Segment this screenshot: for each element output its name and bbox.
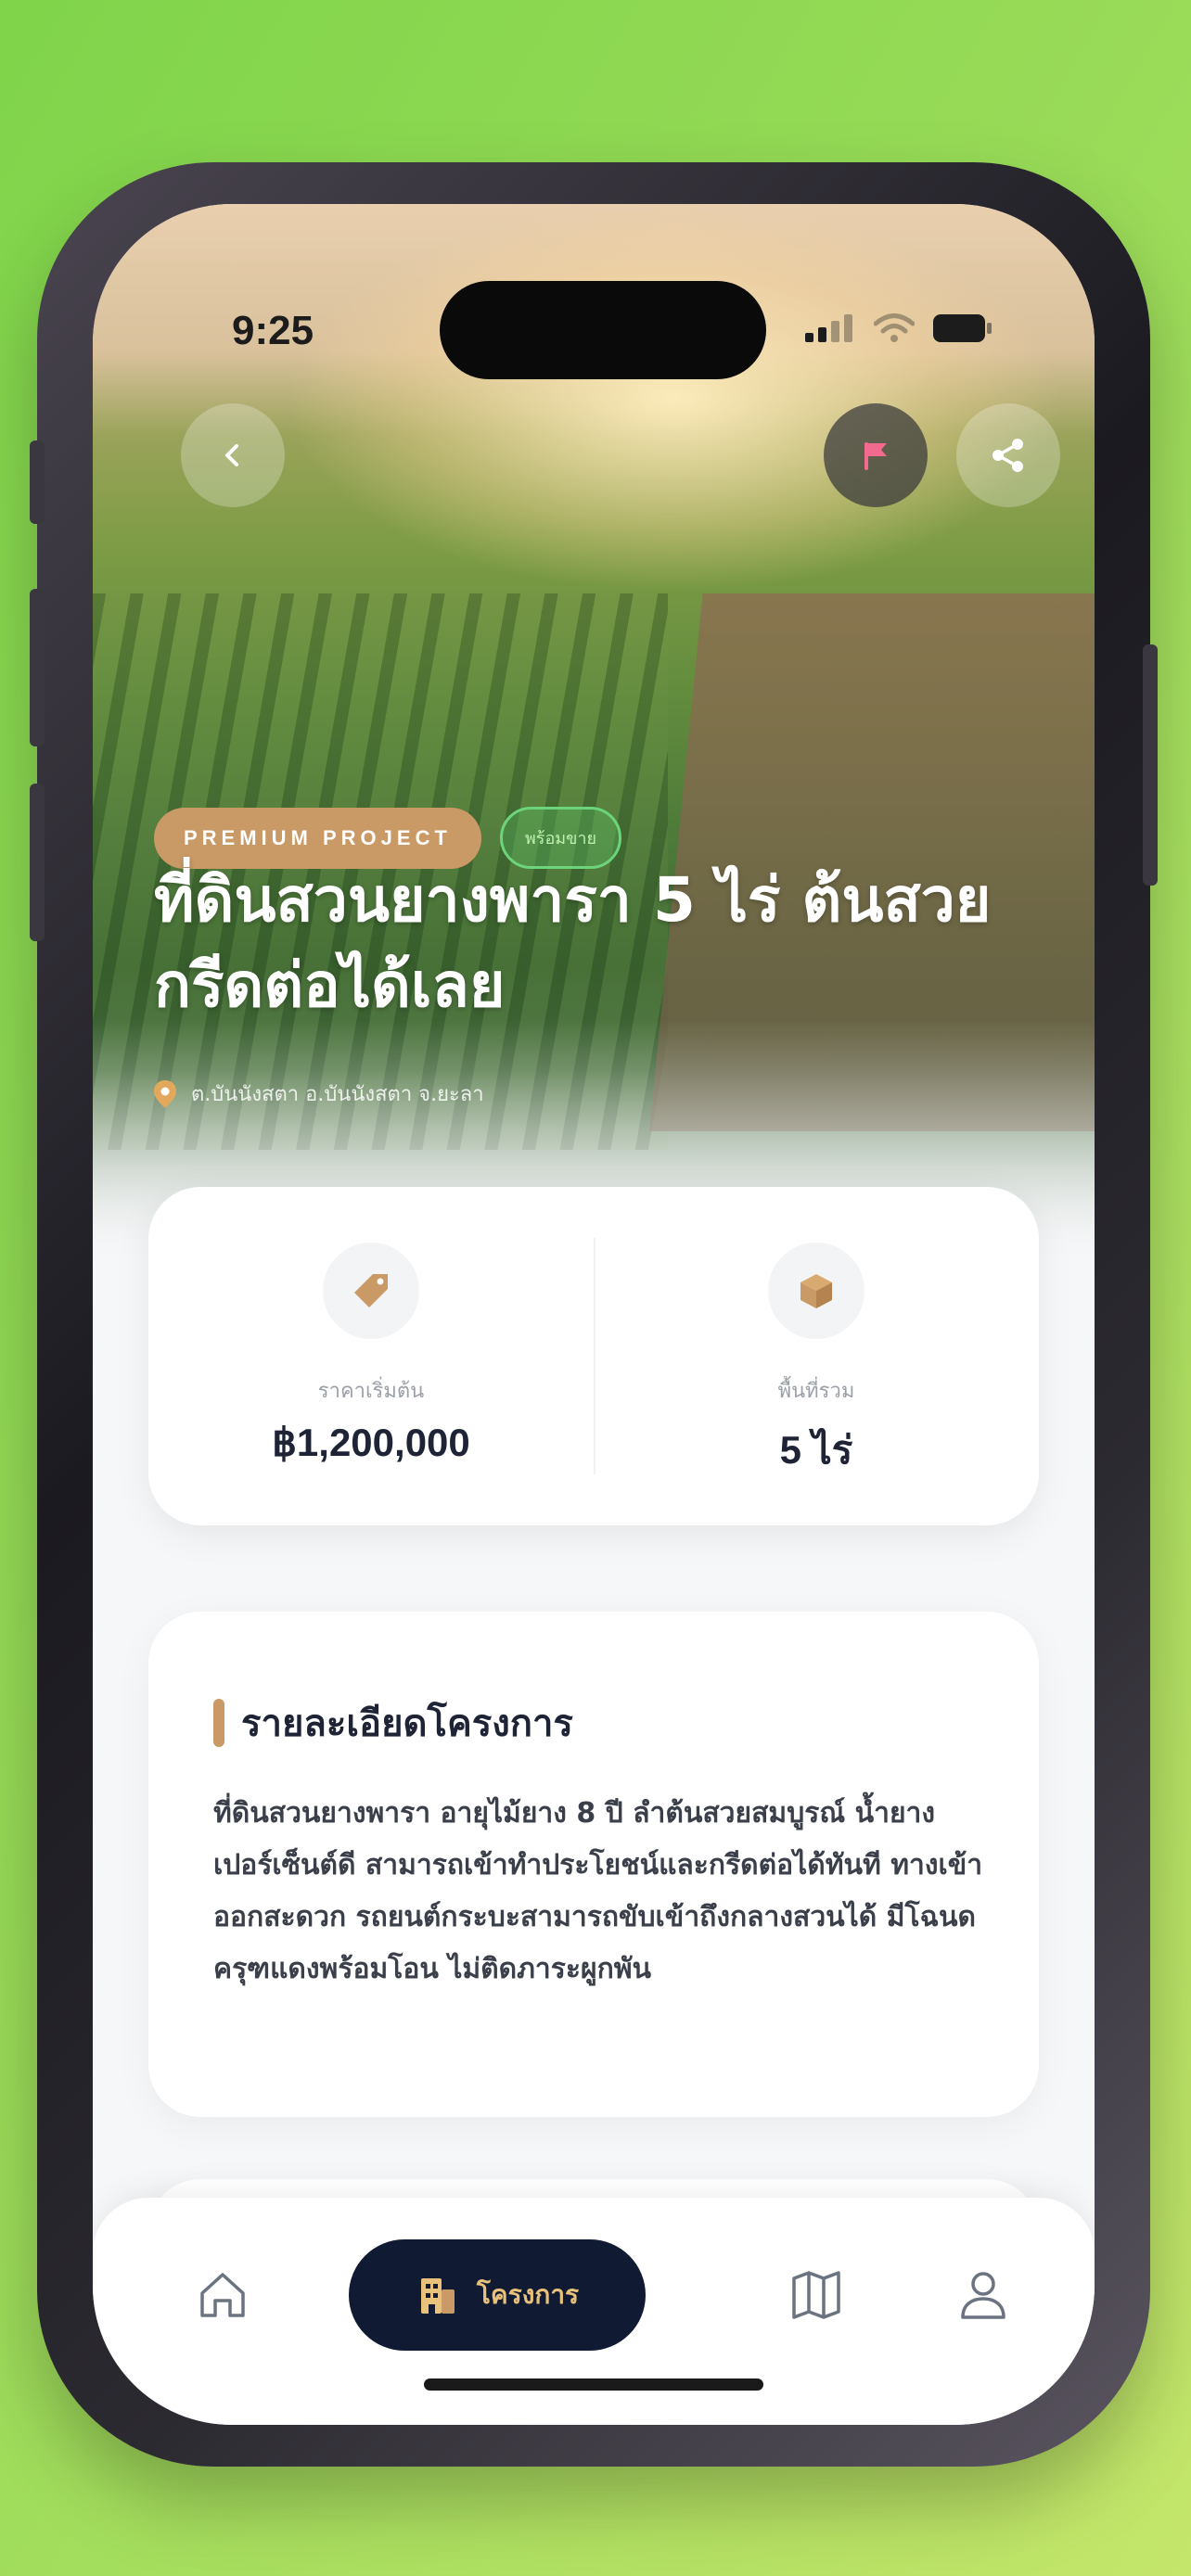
area-value: 5 ไร่ <box>779 1428 853 1472</box>
status-time: 9:25 <box>232 308 314 353</box>
project-location: ต.บันนังสตา อ.บันนังสตา จ.ยะลา <box>154 1078 484 1110</box>
signal-icon <box>805 314 852 342</box>
price-value: ฿1,200,000 <box>272 1421 470 1464</box>
status-icons <box>805 313 992 343</box>
tab-home[interactable] <box>167 2239 278 2351</box>
project-details-card: รายละเอียดโครงการ ที่ดินสวนยางพารา อายุไ… <box>148 1612 1039 2117</box>
details-heading-text: รายละเอียดโครงการ <box>241 1702 573 1745</box>
share-icon <box>992 439 1023 472</box>
back-button[interactable] <box>181 403 285 507</box>
stats-card: ราคาเริ่มต้น ฿1,200,000 พื้นที่รวม 5 ไร่ <box>148 1187 1039 1525</box>
home-icon <box>200 2273 245 2317</box>
price-stat: ราคาเริ่มต้น ฿1,200,000 <box>148 1187 594 1525</box>
building-icon <box>420 2278 455 2314</box>
share-button[interactable] <box>956 403 1060 507</box>
user-icon <box>961 2272 1005 2319</box>
flag-button[interactable] <box>824 403 928 507</box>
map-icon <box>792 2271 840 2319</box>
area-icon-circle <box>768 1243 864 1339</box>
project-title: ที่ดินสวนยางพารา 5 ไร่ ต้นสวย กรีดต่อได้… <box>154 864 992 1021</box>
location-text: ต.บันนังสตา อ.บันนังสตา จ.ยะลา <box>191 1083 484 1106</box>
heading-accent-bar <box>213 1699 224 1747</box>
details-body: ที่ดินสวนยางพารา อายุไม้ยาง 8 ปี ลำต้นสว… <box>213 1797 983 1985</box>
battery-icon <box>933 314 992 342</box>
price-icon-circle <box>323 1243 419 1339</box>
volume-down-button <box>30 784 45 941</box>
chevron-left-icon <box>225 444 238 466</box>
mute-switch <box>30 440 45 524</box>
box-icon <box>800 1274 832 1308</box>
price-tag-icon <box>354 1274 388 1307</box>
phone-frame: 9:25 PREMIUM PROJECT พร้อมขาย ที่ดินสวนย… <box>30 162 1158 2467</box>
tab-projects-label: โครงการ <box>476 2279 580 2310</box>
app-screen: 9:25 PREMIUM PROJECT พร้อมขาย ที่ดินสวนย… <box>93 204 1095 2425</box>
price-label: ราคาเริ่มต้น <box>317 1380 425 1403</box>
area-label: พื้นที่รวม <box>777 1380 855 1403</box>
power-button <box>1143 644 1158 886</box>
flag-icon <box>864 442 887 470</box>
location-pin-icon <box>154 1079 176 1108</box>
tab-projects[interactable]: โครงการ <box>349 2239 646 2351</box>
volume-up-button <box>30 589 45 746</box>
area-stat: พื้นที่รวม 5 ไร่ <box>594 1187 1039 1525</box>
bottom-tab-bar: โครงการ <box>93 2198 1095 2425</box>
wifi-icon <box>874 313 915 342</box>
details-heading: รายละเอียดโครงการ <box>213 1693 573 1753</box>
home-indicator <box>424 2378 763 2391</box>
tab-profile[interactable] <box>928 2239 1039 2351</box>
tab-map[interactable] <box>761 2239 872 2351</box>
dynamic-island <box>440 281 766 379</box>
